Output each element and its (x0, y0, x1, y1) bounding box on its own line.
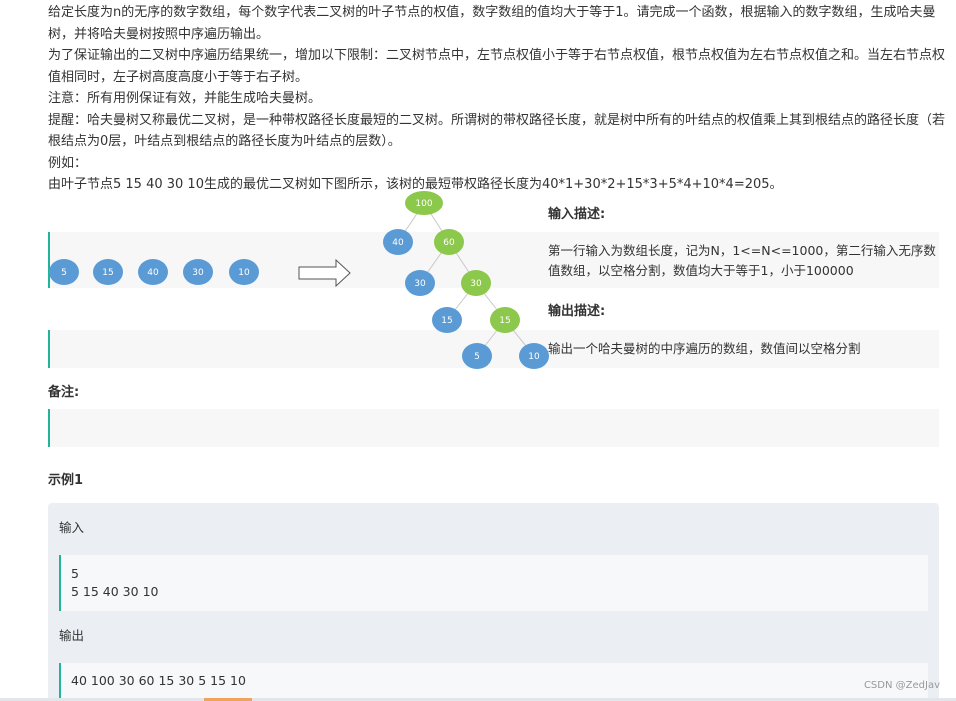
output-description-heading: 输出描述: (548, 304, 606, 319)
remark-heading: 备注: (48, 385, 80, 400)
description-paragraph-1: 给定长度为n的无序的数字数组，每个数字代表二叉树的叶子节点的权值，数字数组的值均… (48, 5, 936, 42)
description-paragraph-5: 例如： (48, 155, 88, 171)
input-description-text: 第一行输入为数组长度，记为N，1<=N<=1000，第二行输入无序数值数组，以空… (548, 243, 936, 278)
description-paragraph-6: 由叶子节点5 15 40 30 10生成的最优二叉树如下图所示，该树的最短带权路… (48, 177, 783, 192)
input-description-heading: 输入描述: (548, 207, 606, 222)
example-heading: 示例1 (48, 473, 84, 488)
remark-block (48, 409, 939, 447)
description-paragraph-3: 注意：所有用例保证有效，并能生成哈夫曼树。 (48, 91, 322, 106)
tree-node-label: 15 (441, 316, 452, 326)
tree-node-label: 100 (415, 199, 432, 209)
description-paragraph-4: 提醒：哈夫曼树又称最优二叉树，是一种带权路径长度最短的二叉树。所谓树的带权路径长… (48, 112, 946, 150)
tree-node-label: 15 (499, 316, 510, 326)
example-input-line-1: 5 (71, 566, 79, 581)
example-input-label: 输入 (59, 520, 85, 535)
example-output-block: 40 100 30 60 15 30 5 15 10 (59, 663, 928, 701)
example-input-block: 5 5 15 40 30 10 (59, 555, 928, 611)
example-box: 输入 5 5 15 40 30 10 输出 40 100 30 60 15 30… (48, 503, 939, 701)
example-output-label: 输出 (59, 628, 85, 643)
description-paragraph-2: 为了保证输出的二叉树中序遍历结果统一，增加以下限制：二叉树节点中，左节点权值小于… (48, 48, 946, 85)
example-output-line-1: 40 100 30 60 15 30 5 15 10 (71, 673, 246, 688)
csdn-watermark: CSDN @ZedJav (863, 680, 940, 691)
output-description-text: 输出一个哈夫曼树的中序遍历的数组，数值间以空格分割 (548, 341, 861, 356)
problem-description: 给定长度为n的无序的数字数组，每个数字代表二叉树的叶子节点的权值，数字数组的值均… (48, 2, 948, 196)
example-input-line-2: 5 15 40 30 10 (71, 584, 159, 599)
